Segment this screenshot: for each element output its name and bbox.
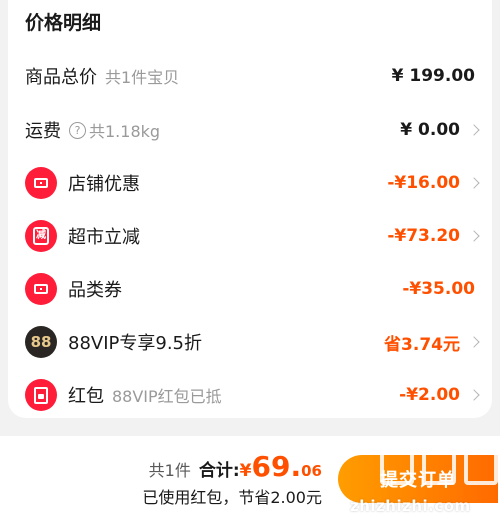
saving-text: 已使用红包，节省2.00元	[142, 488, 322, 507]
row-label: 红包	[68, 386, 104, 407]
discount-icon: 减	[25, 220, 57, 252]
total-line: 共1件 合计: ¥ 69. 06	[149, 450, 322, 483]
row-amount: ¥ 0.00	[400, 120, 460, 140]
row-sub: 共1件宝贝	[105, 68, 180, 87]
coupon-icon	[25, 273, 57, 305]
row-shipping[interactable]: 运费 ? 共1.18kg ¥ 0.00	[8, 110, 492, 150]
watermark-text: zhizhizhi.com	[350, 497, 471, 515]
row-label: 运费	[25, 121, 61, 142]
chevron-right-icon	[468, 124, 480, 136]
watermark-logo	[380, 438, 498, 488]
row-amount: -¥16.00	[387, 173, 460, 193]
row-amount: ¥ 199.00	[391, 66, 475, 86]
row-label: 店铺优惠	[68, 174, 140, 195]
row-sub: 共1.18kg	[89, 122, 161, 141]
chevron-right-icon	[468, 389, 480, 401]
row-goods-total: 商品总价 共1件宝贝 ¥ 199.00	[8, 56, 492, 96]
item-count: 共1件	[148, 461, 191, 480]
row-category-coupon: 品类券 -¥35.00	[8, 269, 492, 309]
total-decimal: 06	[301, 462, 322, 480]
row-amount: -¥73.20	[387, 226, 460, 246]
chevron-right-icon	[468, 336, 480, 348]
row-label: 商品总价	[25, 67, 97, 88]
row-red-packet[interactable]: 红包 88VIP红包已抵 -¥2.00	[8, 375, 492, 415]
help-icon[interactable]: ?	[69, 121, 86, 139]
row-shop-discount[interactable]: 店铺优惠 -¥16.00	[8, 163, 492, 203]
row-amount: -¥2.00	[399, 385, 460, 405]
row-supermarket-discount[interactable]: 减 超市立减 -¥73.20	[8, 216, 492, 256]
ticket-icon	[25, 167, 57, 199]
total-currency: ¥	[239, 461, 252, 481]
vip-88-icon: 88	[25, 326, 57, 358]
card-title: 价格明细	[25, 12, 102, 34]
red-packet-icon	[25, 379, 57, 411]
row-88vip[interactable]: 88 88VIP专享9.5折 省3.74元	[8, 322, 492, 362]
row-label: 超市立减	[68, 227, 140, 248]
price-detail-card: 价格明细 商品总价 共1件宝贝 ¥ 199.00 运费 ? 共1.18kg ¥ …	[8, 0, 492, 418]
row-label: 88VIP专享9.5折	[68, 333, 203, 354]
chevron-right-icon	[468, 177, 480, 189]
total-label: 合计:	[198, 461, 240, 481]
row-sub: 88VIP红包已抵	[112, 387, 222, 406]
row-amount: 省3.74元	[384, 334, 460, 355]
row-label: 品类券	[68, 280, 122, 301]
chevron-right-icon	[468, 230, 480, 242]
row-amount: -¥35.00	[402, 279, 475, 299]
total-integer: 69.	[251, 450, 302, 483]
discount-icon-text: 减	[33, 227, 49, 245]
